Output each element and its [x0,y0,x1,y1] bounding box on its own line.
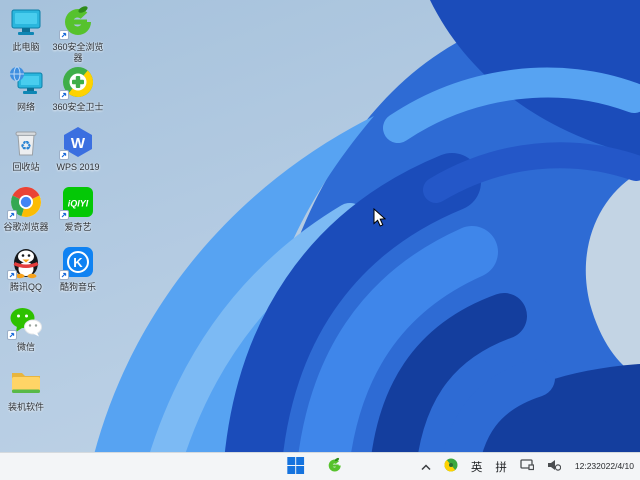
shortcut-arrow-icon [7,270,17,280]
shortcut-arrow-icon [59,90,69,100]
desktop-icon-recycle-bin[interactable]: ♻ 回收站 [0,125,52,173]
kugou-icon: K [59,245,95,280]
svg-text:iQIYI: iQIYI [68,199,89,209]
network-icon [9,65,43,99]
svg-text:W: W [71,135,86,152]
desktop-icon-wps-2019[interactable]: W WPS 2019 [50,125,106,173]
desktop-icon-label: 谷歌浏览器 [3,222,49,232]
desktop-icon-wechat[interactable]: 微信 [0,305,52,353]
shortcut-arrow-icon [59,150,69,160]
360-safeguard-icon [59,65,95,100]
display-icon [520,459,534,474]
tray-volume-button[interactable] [545,457,563,476]
desktop-icon-iqiyi[interactable]: iQIYI 爱奇艺 [50,185,106,233]
desktop-icon-label: WPS 2019 [56,162,100,172]
desktop-icon-label: 回收站 [12,162,40,172]
ime-pinyin-indicator[interactable]: 拼 [493,457,509,477]
chevron-up-icon [421,459,431,474]
desktop-icon-label: 微信 [16,342,35,352]
desktop-icon-label: 酷狗音乐 [59,282,96,292]
start-button[interactable] [285,455,306,479]
ime-language-indicator[interactable]: 英 [469,457,485,477]
desktop-icon-label: 爱奇艺 [64,222,92,232]
desktop-icon-chrome[interactable]: 谷歌浏览器 [0,185,52,233]
wps-icon: W [59,125,95,160]
taskbar-360-browser-button[interactable] [324,455,345,479]
this-pc-icon [9,5,43,39]
taskbar-center [285,455,345,479]
desktop-icon-label: 腾讯QQ [9,282,42,292]
shortcut-arrow-icon [7,210,17,220]
desktop-icon-kugou[interactable]: K 酷狗音乐 [50,245,106,293]
shortcut-arrow-icon [59,210,69,220]
desktop-icon-tencent-qq[interactable]: 腾讯QQ [0,245,52,293]
clock-date: 2022/4/10 [596,460,634,471]
folder-icon [9,365,43,399]
tray-clock[interactable]: 12:23 2022/4/10 [572,459,636,474]
recycle-bin-icon: ♻ [9,125,43,159]
clock-time: 12:23 [574,460,597,471]
desktop-icon-360-browser[interactable]: 360安全浏览器 [50,5,106,64]
shortcut-arrow-icon [59,30,69,40]
taskbar-tray: 英 拼 12:23 2022/4/10 [419,453,636,480]
shortcut-arrow-icon [59,270,69,280]
desktop-icon-label: 此电脑 [12,42,40,52]
svg-text:♻: ♻ [20,138,32,153]
desktop-icon-this-pc[interactable]: 此电脑 [0,5,52,53]
shortcut-arrow-icon [7,330,17,340]
desktop-icon-label: 360安全浏览器 [52,42,104,63]
qq-penguin-icon [7,245,43,280]
iqiyi-icon: iQIYI [59,185,95,220]
tray-display-button[interactable] [518,457,536,476]
desktop-icon-software-folder[interactable]: 装机软件 [0,365,52,413]
360-browser-icon [59,5,95,40]
desktop-icon-label: 网络 [16,102,35,112]
speaker-icon [547,459,562,474]
desktop-icon-label: 360安全卫士 [52,102,104,112]
windows-logo-icon [287,456,305,477]
svg-text:K: K [73,255,83,270]
mouse-cursor [373,208,386,227]
desktop-icon-label: 装机软件 [7,402,44,412]
chrome-icon [7,185,43,220]
360-browser-icon [326,457,343,477]
tray-chevron-button[interactable] [419,457,433,476]
desktop-icon-360-safeguard[interactable]: 360安全卫士 [50,65,106,113]
taskbar: 英 拼 12:23 2022/4/10 [0,452,640,480]
wechat-icon [7,305,43,340]
tray-360-icon-button[interactable] [442,456,460,477]
desktop-icon-network[interactable]: 网络 [0,65,52,113]
360-tray-ball-icon [444,458,458,475]
